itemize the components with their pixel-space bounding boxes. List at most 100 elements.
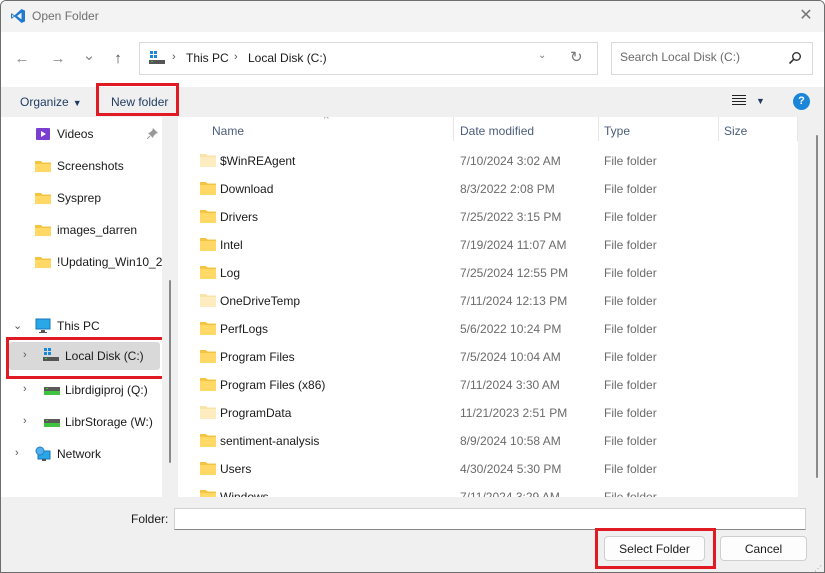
table-row[interactable]: PerfLogs 5/6/2022 10:24 PM File folder [178, 315, 798, 343]
table-row[interactable]: Drivers 7/25/2022 3:15 PM File folder [178, 203, 798, 231]
file-date-modified: 7/10/2024 3:02 AM [460, 154, 561, 168]
folder-name-input[interactable] [174, 508, 806, 530]
chevron-right-icon[interactable]: › [23, 383, 27, 395]
sidebar-item-videos[interactable]: Videos [1, 120, 162, 148]
sidebar-item-updating-win10[interactable]: !Updating_Win10_22 [1, 248, 162, 276]
search-box [611, 42, 813, 75]
sidebar-item-librstorage[interactable]: › LibrStorage (W:) [1, 408, 162, 436]
table-row[interactable]: ProgramData 11/21/2023 2:51 PM File folder [178, 399, 798, 427]
search-icon[interactable] [788, 51, 802, 65]
file-list-scrollbar-thumb[interactable] [816, 135, 818, 478]
column-header-type[interactable]: Type [598, 117, 718, 145]
computer-icon [35, 318, 51, 333]
file-name: OneDriveTemp [220, 294, 301, 308]
network-drive-icon [44, 387, 60, 395]
address-dropdown-icon[interactable]: ⌄ [538, 50, 546, 61]
address-bar[interactable]: › This PC › Local Disk (C:) ⌄ ↻ [139, 42, 598, 75]
select-folder-button[interactable]: Select Folder [604, 536, 705, 561]
file-name: Users [220, 462, 252, 476]
arrow-up-icon: ↑ [114, 50, 122, 67]
drive-icon [149, 51, 165, 64]
file-type: File folder [604, 350, 657, 364]
breadcrumb-this-pc[interactable]: This PC [186, 51, 229, 65]
sidebar-label: LibrStorage (W:) [65, 415, 153, 429]
vscode-icon [11, 9, 25, 23]
chevron-down-icon[interactable]: ⌄ [13, 319, 22, 332]
sidebar-item-this-pc[interactable]: ⌄ This PC [1, 312, 162, 340]
pin-icon[interactable] [147, 128, 158, 139]
folder-icon [35, 193, 51, 204]
file-date-modified: 7/11/2024 3:29 AM [460, 490, 560, 497]
file-list-scrollbar-track[interactable] [798, 117, 824, 497]
chevron-down-icon: ⌄ [82, 47, 96, 64]
file-date-modified: 4/30/2024 5:30 PM [460, 462, 562, 476]
network-icon [35, 446, 51, 461]
file-date-modified: 7/5/2024 10:04 AM [460, 350, 561, 364]
chevron-right-icon[interactable]: › [23, 415, 27, 427]
organize-button[interactable]: Organize ▼ [20, 95, 82, 109]
file-type: File folder [604, 490, 657, 497]
folder-icon [200, 210, 216, 223]
videos-icon [36, 128, 50, 140]
sidebar-item-screenshots[interactable]: Screenshots [1, 152, 162, 180]
file-date-modified: 11/21/2023 2:51 PM [460, 406, 568, 420]
column-header-date-modified[interactable]: Date modified [454, 117, 598, 145]
sidebar-item-sysprep[interactable]: Sysprep [1, 184, 162, 212]
breadcrumb-separator-icon: › [234, 51, 238, 63]
folder-icon [35, 257, 51, 268]
up-button[interactable]: ↑ [108, 49, 128, 69]
file-list: ^ Name Date modified Type Size $WinREAge… [178, 117, 798, 497]
recent-locations-button[interactable]: ⌄ [79, 46, 99, 66]
folder-label: Folder: [131, 512, 169, 526]
sidebar-item-images-darren[interactable]: images_darren [1, 216, 162, 244]
table-row[interactable]: Intel 7/19/2024 11:07 AM File folder [178, 231, 798, 259]
table-row[interactable]: $WinREAgent 7/10/2024 3:02 AM File folder [178, 147, 798, 175]
sidebar-item-network[interactable]: › Network [1, 440, 162, 468]
column-header-name[interactable]: ^ Name [178, 117, 454, 145]
file-name: Intel [220, 238, 243, 252]
table-row[interactable]: Program Files (x86) 7/11/2024 3:30 AM File… [178, 371, 798, 399]
help-icon[interactable]: ? [793, 93, 810, 110]
table-row[interactable]: Users 4/30/2024 5:30 PM File folder [178, 455, 798, 483]
table-row[interactable]: OneDriveTemp 7/11/2024 12:13 PM File folde… [178, 287, 798, 315]
folder-icon [200, 434, 216, 447]
file-name: Program Files (x86) [220, 378, 326, 392]
file-name: Log [220, 266, 241, 280]
search-input[interactable] [620, 50, 780, 64]
view-options-icon[interactable] [732, 95, 746, 107]
file-date-modified: 8/3/2022 2:08 PM [460, 182, 555, 196]
back-button[interactable]: ← [12, 49, 32, 69]
arrow-left-icon: ← [14, 50, 30, 67]
table-row[interactable]: Program Files 7/5/2024 10:04 AM File folde… [178, 343, 798, 371]
file-date-modified: 7/11/2024 12:13 PM [460, 294, 568, 308]
file-type: File folder [604, 266, 657, 280]
file-type: File folder [604, 294, 657, 308]
table-row[interactable]: Download 8/3/2022 2:08 PM File folder [178, 175, 798, 203]
file-date-modified: 7/19/2024 11:07 AM [460, 238, 567, 252]
sidebar-label: images_darren [57, 223, 138, 237]
sidebar-label: !Updating_Win10_22 [57, 255, 162, 269]
file-type: File folder [604, 210, 657, 224]
folder-icon [35, 161, 51, 172]
breadcrumb-local-disk[interactable]: Local Disk (C:) [248, 51, 327, 65]
file-name: $WinREAgent [220, 154, 296, 168]
file-name: Windows [220, 490, 269, 497]
refresh-icon[interactable]: ↻ [570, 48, 583, 66]
new-folder-button[interactable]: New folder [111, 95, 168, 109]
sidebar-label: Sysprep [57, 191, 102, 205]
table-row[interactable]: sentiment-analysis 8/9/2024 10:58 AM File … [178, 427, 798, 455]
chevron-right-icon[interactable]: › [15, 447, 19, 459]
cancel-button[interactable]: Cancel [720, 536, 807, 561]
sidebar-item-librdigiproj[interactable]: › Librdigiproj (Q:) [1, 376, 162, 404]
column-header-size[interactable]: Size [718, 117, 798, 145]
sidebar-scrollbar-thumb[interactable] [169, 280, 171, 463]
resize-grip-icon[interactable]: ⋰ [814, 564, 822, 572]
table-row[interactable]: Windows 7/11/2024 3:29 AM File folder [178, 483, 798, 497]
close-button[interactable]: ✕ [796, 6, 816, 26]
view-caret-down-icon[interactable]: ▼ [756, 96, 765, 106]
file-date-modified: 5/6/2022 10:24 PM [460, 322, 562, 336]
forward-button[interactable]: → [48, 49, 68, 69]
highlight-box [6, 337, 166, 379]
table-row[interactable]: Log 7/25/2024 12:55 PM File folder [178, 259, 798, 287]
sort-ascending-icon: ^ [324, 117, 329, 125]
